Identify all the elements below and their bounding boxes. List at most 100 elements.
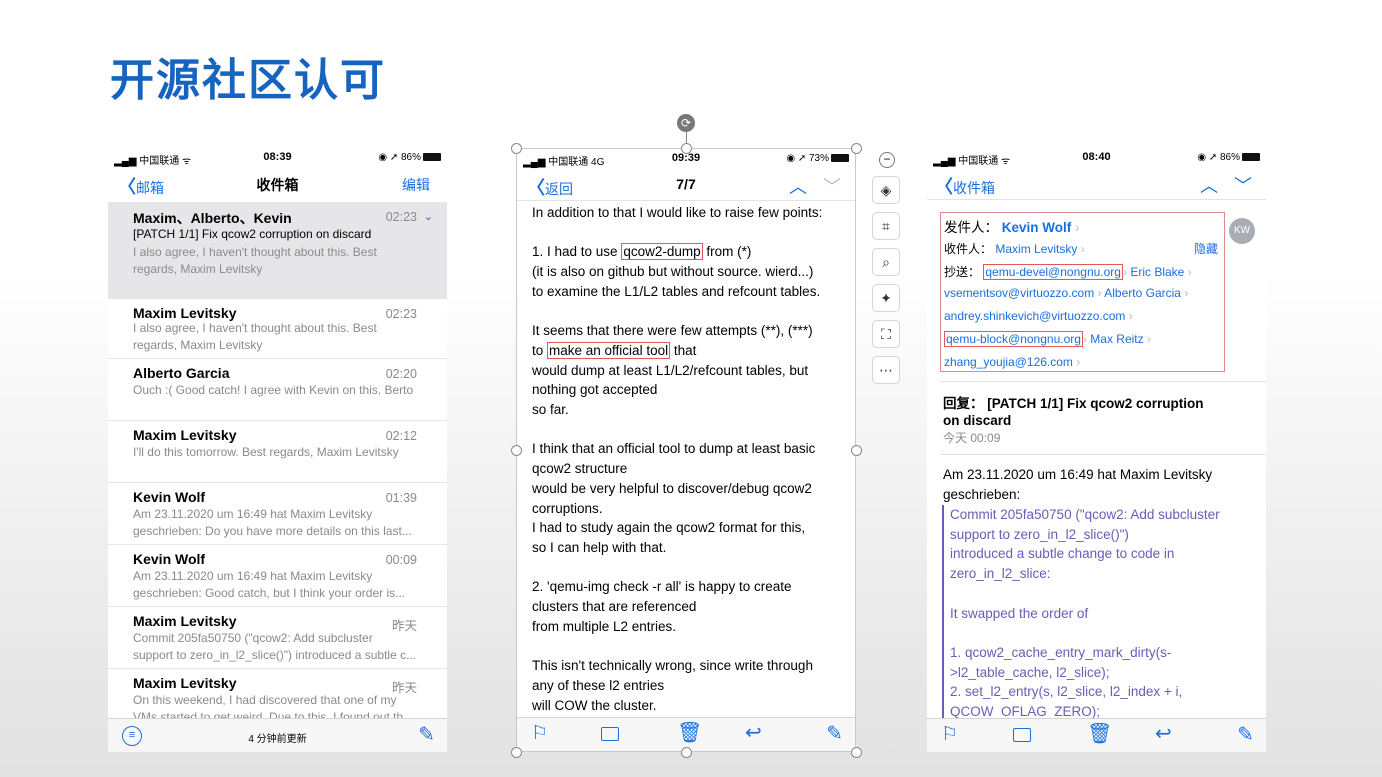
cc-link[interactable]: Eric Blake — [1130, 265, 1184, 279]
list-item[interactable]: Maxim、Alberto、Kevin 02:23 ⌄ [PATCH 1/1] … — [108, 202, 447, 299]
cc-link[interactable]: Alberto Garcia — [1104, 286, 1181, 300]
body-line — [532, 223, 852, 243]
nav-title: 收件箱 — [256, 177, 299, 193]
body-line: would dump at least L1/L2/refcount table… — [532, 362, 809, 378]
quote-line: >l2_table_cache, l2_slice); — [950, 664, 1110, 680]
back-button[interactable]: 〈收件箱 — [935, 173, 995, 199]
chevron-down-icon[interactable]: ﹀ — [1234, 172, 1252, 198]
cc-link[interactable]: Max Reitz — [1090, 332, 1143, 346]
recipient-link[interactable]: Maxim Levitsky — [995, 242, 1077, 256]
mail-header: 发件人： Kevin Wolf › 收件人： Maxim Levitsky › … — [940, 212, 1225, 372]
body-line — [532, 420, 852, 440]
quote-line: introduced a subtle change to code in — [950, 546, 1175, 562]
body-line: I think that an official tool to dump at… — [532, 441, 816, 457]
status-bar: ▂▄▆ 中国联通 ᯤ 08:40 ◉ ➚ 86% — [927, 148, 1266, 168]
mail-date: 今天 00:09 — [943, 431, 1001, 445]
chevron-up-icon[interactable]: ︿ — [1200, 172, 1218, 198]
body-line: 1. I had to use qcow2-dump from (*) — [532, 243, 752, 261]
selection-handle[interactable] — [851, 445, 862, 456]
list-item[interactable]: Maxim Levitsky 昨天 Commit 205fa50750 ("qc… — [108, 607, 447, 669]
body-line: This isn't technically wrong, since writ… — [532, 658, 813, 674]
magic-wand-icon[interactable]: ✦ — [872, 284, 900, 312]
edit-button[interactable]: 编辑 — [402, 175, 430, 195]
body-line: corruptions. — [532, 500, 603, 516]
mail-intro: Am 23.11.2020 um 16:49 hat Maxim Levitsk… — [943, 467, 1213, 502]
bottom-toolbar: ≡ 4 分钟前更新 ✎ — [108, 718, 447, 752]
crop-icon[interactable]: ⌗ — [872, 212, 900, 240]
inbox-phone: ▂▄▆ 中国联通 ᯤ 08:39 ◉ ➚ 86% 〈邮箱 收件箱 编辑 Maxi… — [108, 148, 447, 752]
status-bar: ▂▄▆ 中国联通 ᯤ 08:39 ◉ ➚ 86% — [108, 148, 447, 168]
quote-line: Commit 205fa50750 ("qcow2: Add subcluste… — [950, 507, 1220, 522]
divider — [940, 454, 1266, 455]
selection-handle[interactable] — [681, 143, 692, 154]
update-status: 4 分钟前更新 — [248, 734, 307, 745]
quote-line: It swapped the order of — [950, 605, 1089, 621]
nav-bar: 〈邮箱 收件箱 编辑 — [108, 168, 447, 200]
cc-link[interactable]: vsementsov@virtuozzo.com — [944, 286, 1094, 300]
list-item[interactable]: Kevin Wolf 00:09 Am 23.11.2020 um 16:49 … — [108, 545, 447, 607]
body-line: qcow2 structure — [532, 461, 628, 477]
zoom-icon[interactable]: ⌕ — [872, 248, 900, 276]
message-phone: ▂▄▆ 中国联通 4G 09:39 ◉ ➚ 73% 〈返回 7/7 ︿ ﹀ In… — [516, 148, 856, 752]
folder-icon[interactable] — [1013, 728, 1031, 742]
rotate-handle-icon[interactable]: ⟳ — [677, 114, 695, 132]
frame-icon[interactable]: ⛶ — [872, 320, 900, 348]
battery-indicator: ◉ ➚ 73% — [786, 153, 849, 164]
mail-subject: 回复： [PATCH 1/1] Fix qcow2 corruption on d… — [943, 396, 1204, 428]
body-line: nothing got accepted — [532, 382, 658, 398]
body-line — [532, 302, 852, 322]
body-line — [532, 636, 852, 656]
body-line: 2. 'qemu-img check -r all' is happy to c… — [532, 579, 792, 595]
selection-handle[interactable] — [511, 143, 522, 154]
list-item[interactable]: Kevin Wolf 01:39 Am 23.11.2020 um 16:49 … — [108, 483, 447, 545]
reply-icon[interactable]: ↩ — [745, 723, 762, 743]
body-line: It seems that there were few attempts (*… — [532, 323, 813, 339]
compose-icon[interactable]: ✎ — [1237, 725, 1254, 745]
reply-icon[interactable]: ↩ — [1155, 724, 1172, 744]
flag-icon[interactable]: ⚐ — [531, 724, 548, 743]
selection-handle[interactable] — [511, 445, 522, 456]
trash-icon[interactable]: 🗑 — [677, 723, 702, 743]
more-icon[interactable]: ⋯ — [872, 356, 900, 384]
sender-link[interactable]: Kevin Wolf — [1002, 220, 1072, 235]
compose-icon[interactable]: ✎ — [418, 725, 435, 745]
compose-icon[interactable]: ✎ — [826, 724, 843, 744]
body-line: In addition to that I would like to rais… — [532, 205, 823, 220]
hide-button[interactable]: 隐藏 — [1194, 240, 1218, 257]
selection-handle[interactable] — [851, 747, 862, 758]
highlight-box: make an official tool — [547, 341, 671, 359]
collapse-icon[interactable]: − — [879, 152, 895, 168]
trash-icon[interactable]: 🗑 — [1087, 724, 1112, 744]
body-line: any of these l2 entries — [532, 677, 665, 693]
cc-link[interactable]: andrey.shinkevich@virtuozzo.com — [944, 309, 1125, 323]
quote-line: 2. set_l2_entry(s, l2_slice, l2_index + … — [950, 684, 1183, 700]
body-line: so I can help with that. — [532, 539, 667, 555]
divider — [940, 381, 1266, 382]
flag-icon[interactable]: ⚐ — [941, 725, 958, 744]
chevron-down-icon[interactable]: ﹀ — [823, 173, 841, 199]
list-item[interactable]: Maxim Levitsky 02:12 I'll do this tomorr… — [108, 421, 447, 483]
cc-link[interactable]: qemu-devel@nongnu.org — [983, 264, 1123, 280]
message-body: In addition to that I would like to rais… — [532, 203, 852, 715]
battery-indicator: ◉ ➚ 86% — [378, 152, 441, 163]
selection-handle[interactable] — [681, 747, 692, 758]
detail-phone: ▂▄▆ 中国联通 ᯤ 08:40 ◉ ➚ 86% 〈收件箱 ︿ ﹀ 发件人： K… — [927, 148, 1266, 752]
page-title: 开源社区认可 — [110, 55, 386, 106]
layers-icon[interactable]: ◈ — [872, 176, 900, 204]
list-item[interactable]: Alberto Garcia 02:20 Ouch :( Good catch!… — [108, 359, 447, 421]
selection-handle[interactable] — [511, 747, 522, 758]
folder-icon[interactable] — [601, 727, 619, 741]
quote-line: support to zero_in_l2_slice()") — [950, 526, 1129, 542]
body-line: I had to study again the qcow2 format fo… — [532, 520, 806, 536]
avatar: KW — [1229, 218, 1255, 244]
quote-line: zero_in_l2_slice: — [950, 566, 1051, 582]
selection-handle[interactable] — [851, 143, 862, 154]
chevron-up-icon[interactable]: ︿ — [789, 173, 807, 199]
bottom-toolbar: ⚐ 🗑 ↩ ✎ — [927, 718, 1266, 752]
list-item[interactable]: Maxim Levitsky 02:23 I also agree, I hav… — [108, 299, 447, 359]
chevron-down-icon[interactable]: ⌄ — [424, 210, 433, 223]
cc-link[interactable]: qemu-block@nongnu.org — [944, 331, 1083, 347]
cc-link[interactable]: zhang_youjia@126.com — [944, 355, 1073, 369]
quote-line — [950, 584, 1242, 604]
body-line: to make an official tool that — [532, 341, 697, 359]
